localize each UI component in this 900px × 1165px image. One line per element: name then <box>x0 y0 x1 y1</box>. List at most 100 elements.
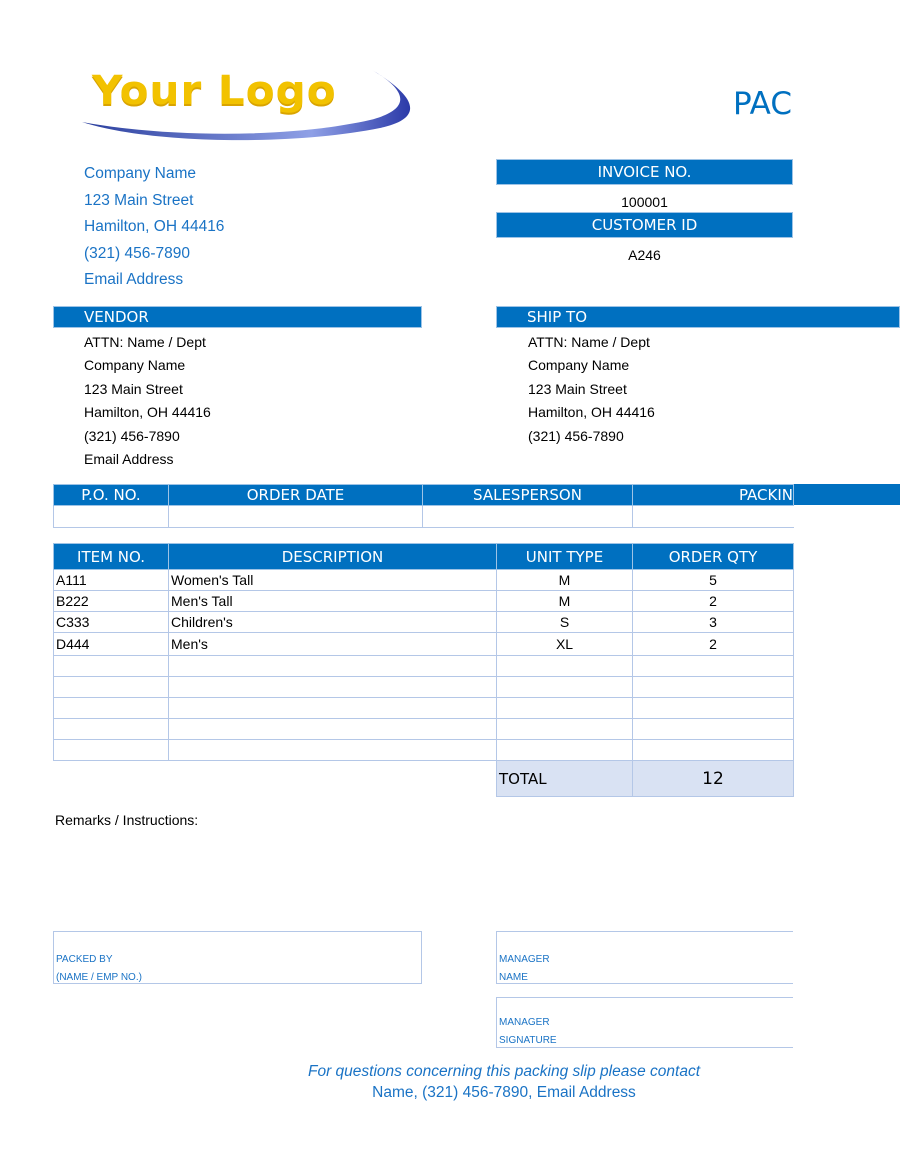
order-qty-header: ORDER QTY <box>632 543 794 570</box>
salesperson-cell[interactable] <box>422 505 633 528</box>
total-label: TOTAL <box>496 760 633 797</box>
unit-type-cell[interactable] <box>496 676 633 698</box>
manager-signature-label: MANAGER <box>499 1017 550 1028</box>
description-cell[interactable]: Children's <box>168 611 497 633</box>
item-no-cell[interactable]: A111 <box>53 569 169 591</box>
total-row: TOTAL 12 <box>496 760 794 797</box>
company-city: Hamilton, OH 44416 <box>84 218 225 235</box>
ship-to-city: Hamilton, OH 44416 <box>528 404 655 421</box>
item-row: A111 Women's Tall M 5 <box>53 569 794 591</box>
item-no-cell[interactable] <box>53 718 169 740</box>
order-qty-cell[interactable] <box>632 655 794 677</box>
unit-type-cell[interactable] <box>496 718 633 740</box>
manager-name-label: MANAGER <box>499 954 550 965</box>
item-row <box>53 655 794 677</box>
company-name: Company Name <box>84 165 196 182</box>
vendor-email: Email Address <box>84 450 174 467</box>
po-no-cell[interactable] <box>53 505 169 528</box>
unit-type-cell[interactable]: M <box>496 590 633 612</box>
ship-to-street: 123 Main Street <box>528 380 627 397</box>
invoice-no-header: INVOICE NO. <box>496 159 793 185</box>
item-no-cell[interactable]: D444 <box>53 632 169 656</box>
order-qty-cell[interactable] <box>632 718 794 740</box>
ship-to-header: SHIP TO <box>496 306 900 328</box>
vendor-address: ATTN: Name / Dept Company Name 123 Main … <box>84 334 211 474</box>
unit-type-cell[interactable]: XL <box>496 632 633 656</box>
item-no-cell[interactable] <box>53 739 169 761</box>
order-info-header-overflow <box>793 484 900 505</box>
order-qty-cell[interactable]: 2 <box>632 590 794 612</box>
footer-contact-details: Name, (321) 456-7890, Email Address <box>372 1084 636 1101</box>
item-no-cell[interactable]: C333 <box>53 611 169 633</box>
unit-type-cell[interactable] <box>496 697 633 719</box>
unit-type-cell[interactable]: S <box>496 611 633 633</box>
packing-cell[interactable] <box>632 505 794 528</box>
ship-to-company: Company Name <box>528 357 630 374</box>
order-qty-cell[interactable] <box>632 676 794 698</box>
ship-to-address: ATTN: Name / Dept Company Name 123 Main … <box>528 334 655 451</box>
order-date-cell[interactable] <box>168 505 423 528</box>
order-date-header: ORDER DATE <box>168 484 423 506</box>
description-header: DESCRIPTION <box>168 543 497 570</box>
item-row <box>53 718 794 740</box>
item-no-cell[interactable] <box>53 697 169 719</box>
item-row <box>53 697 794 719</box>
items-table: ITEM NO. DESCRIPTION UNIT TYPE ORDER QTY… <box>53 543 794 761</box>
logo-text: Your Logo <box>92 68 337 114</box>
manager-signature-field[interactable]: MANAGER SIGNATURE <box>496 997 793 1048</box>
company-logo: Your Logo <box>80 62 425 154</box>
ship-to-attn: ATTN: Name / Dept <box>528 334 650 350</box>
unit-type-cell[interactable]: M <box>496 569 633 591</box>
description-cell[interactable] <box>168 718 497 740</box>
item-row <box>53 739 794 761</box>
item-no-cell[interactable]: B222 <box>53 590 169 612</box>
company-street: 123 Main Street <box>84 192 194 209</box>
vendor-city: Hamilton, OH 44416 <box>84 404 211 421</box>
item-row: B222 Men's Tall M 2 <box>53 590 794 612</box>
customer-id-header: CUSTOMER ID <box>496 212 793 238</box>
manager-name-sublabel: NAME <box>499 972 528 983</box>
vendor-attn: ATTN: Name / Dept <box>84 334 206 350</box>
item-no-cell[interactable] <box>53 655 169 677</box>
order-qty-cell[interactable] <box>632 739 794 761</box>
item-row: C333 Children's S 3 <box>53 611 794 633</box>
company-email: Email Address <box>84 271 184 288</box>
order-qty-cell[interactable] <box>632 697 794 719</box>
item-row <box>53 676 794 698</box>
order-qty-cell[interactable]: 3 <box>632 611 794 633</box>
order-qty-cell[interactable]: 2 <box>632 632 794 656</box>
packed-by-sublabel: (NAME / EMP NO.) <box>56 972 142 983</box>
document-title: PAC <box>732 86 792 122</box>
salesperson-header: SALESPERSON <box>422 484 633 506</box>
order-info-table: P.O. NO. ORDER DATE SALESPERSON PACKIN <box>53 484 794 528</box>
packed-by-field[interactable]: PACKED BY (NAME / EMP NO.) <box>53 931 422 984</box>
item-no-cell[interactable] <box>53 676 169 698</box>
ship-to-phone: (321) 456-7890 <box>528 427 624 444</box>
packed-by-label: PACKED BY <box>56 954 113 965</box>
remarks-label: Remarks / Instructions: <box>55 812 199 828</box>
description-cell[interactable]: Men's <box>168 632 497 656</box>
item-no-header: ITEM NO. <box>53 543 169 570</box>
company-phone: (321) 456-7890 <box>84 245 190 262</box>
customer-id-value[interactable]: A246 <box>496 247 793 263</box>
packing-header: PACKIN <box>632 484 794 506</box>
description-cell[interactable]: Men's Tall <box>168 590 497 612</box>
unit-type-cell[interactable] <box>496 739 633 761</box>
description-cell[interactable] <box>168 676 497 698</box>
vendor-street: 123 Main Street <box>84 380 183 397</box>
description-cell[interactable] <box>168 655 497 677</box>
vendor-header: VENDOR <box>53 306 422 328</box>
description-cell[interactable] <box>168 739 497 761</box>
vendor-company: Company Name <box>84 357 186 374</box>
unit-type-header: UNIT TYPE <box>496 543 633 570</box>
item-row: D444 Men's XL 2 <box>53 632 794 656</box>
manager-name-field[interactable]: MANAGER NAME <box>496 931 793 984</box>
footer-contact-line: For questions concerning this packing sl… <box>307 1063 701 1080</box>
invoice-no-value[interactable]: 100001 <box>496 194 793 210</box>
unit-type-cell[interactable] <box>496 655 633 677</box>
description-cell[interactable]: Women's Tall <box>168 569 497 591</box>
description-cell[interactable] <box>168 697 497 719</box>
manager-signature-sublabel: SIGNATURE <box>499 1035 557 1046</box>
order-qty-cell[interactable]: 5 <box>632 569 794 591</box>
po-no-header: P.O. NO. <box>53 484 169 506</box>
